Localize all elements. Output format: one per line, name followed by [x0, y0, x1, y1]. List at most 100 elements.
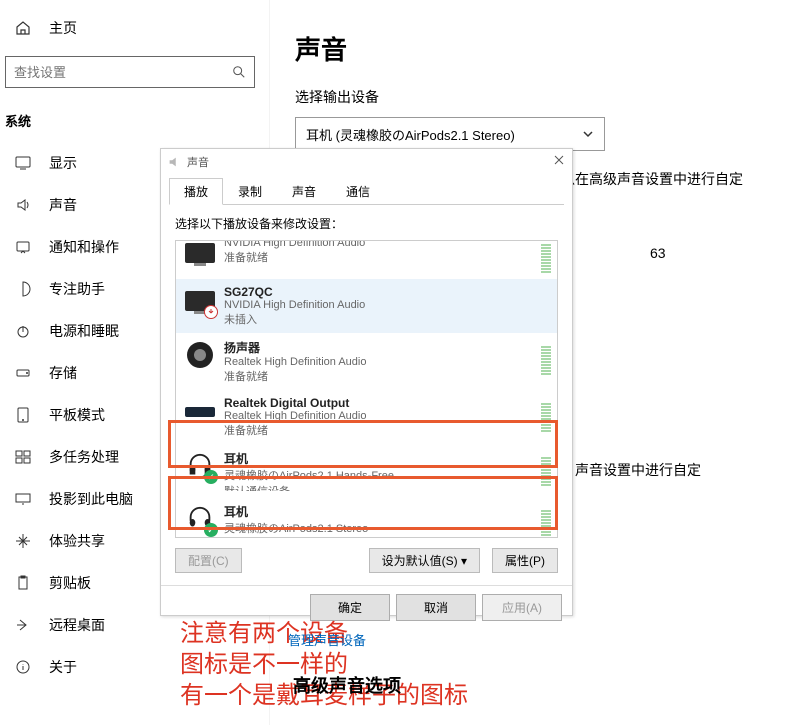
device-name: Realtek Digital Output	[224, 396, 549, 410]
nav-label: 通知和操作	[49, 237, 119, 257]
dialog-tabs: 播放 录制 声音 通信	[169, 177, 564, 205]
notify-icon	[15, 239, 31, 255]
close-button[interactable]	[552, 153, 566, 172]
remote-icon	[15, 617, 31, 633]
speaker-icon	[184, 339, 216, 371]
device-row[interactable]: Realtek Digital Output Realtek High Defi…	[176, 390, 557, 444]
device-sub: Realtek High Definition Audio	[224, 410, 549, 422]
nav-label: 剪贴板	[49, 573, 91, 593]
device-status: 准备就绪	[224, 249, 549, 265]
tab-comm[interactable]: 通信	[331, 178, 385, 205]
multitask-icon	[15, 449, 31, 465]
device-name: 耳机	[224, 503, 549, 520]
nav-label: 多任务处理	[49, 447, 119, 467]
select-value: 耳机 (灵魂橡胶のAirPods2.1 Stereo)	[306, 125, 515, 144]
device-status: 默认设备	[224, 536, 549, 538]
bg-link[interactable]: 管理声音设备	[288, 630, 366, 649]
apply-button[interactable]: 应用(A)	[482, 594, 562, 621]
sound-dialog: 声音 播放 录制 声音 通信 选择以下播放设备来修改设置： NVIDIA Hig…	[160, 148, 573, 616]
power-icon	[15, 323, 31, 339]
page-title: 声音	[295, 30, 775, 67]
tablet-icon	[15, 407, 31, 423]
device-list[interactable]: NVIDIA High Definition Audio 准备就绪 SG27QC…	[175, 240, 558, 538]
chevron-down-icon	[582, 128, 594, 140]
headphone-icon: ✓	[184, 503, 216, 535]
device-sub: 灵魂橡胶のAirPods2.1 Stereo	[224, 520, 549, 536]
about-icon	[15, 659, 31, 675]
share-icon	[15, 533, 31, 549]
device-name: 耳机	[224, 450, 549, 467]
monitor-icon	[184, 285, 216, 317]
check-badge: ✓	[204, 523, 218, 537]
nav-label: 平板模式	[49, 405, 105, 425]
nav-label: 存储	[49, 363, 77, 383]
dialog-title: 声音	[187, 154, 209, 170]
output-label: 选择输出设备	[295, 87, 775, 107]
btn-label: 设为默认值(S)	[382, 554, 458, 568]
tab-sounds[interactable]: 声音	[277, 178, 331, 205]
nav-label: 声音	[49, 195, 77, 215]
nav-label: 投影到此电脑	[49, 489, 133, 509]
device-row[interactable]: 扬声器 Realtek High Definition Audio 准备就绪	[176, 333, 557, 390]
focus-icon	[15, 281, 31, 297]
nav-label: 远程桌面	[49, 615, 105, 635]
level-bars	[541, 396, 551, 432]
level-bars	[541, 503, 551, 538]
tab-playback[interactable]: 播放	[169, 178, 223, 205]
bg-desc2: 声音设置中进行自定	[575, 460, 701, 480]
headset-icon: ✓	[184, 450, 216, 482]
check-badge: ✓	[204, 470, 218, 484]
unplugged-badge	[204, 305, 218, 319]
search-icon	[232, 65, 246, 79]
sound-dialog-icon	[167, 155, 181, 169]
nav-label: 显示	[49, 153, 77, 173]
device-status: 准备就绪	[224, 422, 549, 438]
home-nav[interactable]: 主页	[0, 8, 269, 48]
display-icon	[15, 155, 31, 171]
bg-advanced-title: 高级声音选项	[293, 672, 401, 698]
ok-button[interactable]: 确定	[310, 594, 390, 621]
tab-body: 选择以下播放设备来修改设置： NVIDIA High Definition Au…	[161, 205, 572, 581]
device-row-headset-stereo[interactable]: ✓ 耳机 灵魂橡胶のAirPods2.1 Stereo 默认设备	[176, 497, 557, 538]
cancel-button[interactable]: 取消	[396, 594, 476, 621]
device-sub: Realtek High Definition Audio	[224, 356, 549, 368]
close-icon	[552, 153, 566, 167]
volume-value: 63	[650, 245, 666, 261]
instruction-text: 选择以下播放设备来修改设置：	[175, 215, 558, 232]
digital-icon	[184, 396, 216, 428]
project-icon	[15, 491, 31, 507]
device-status: 默认通信设备	[224, 483, 549, 491]
nav-label: 专注助手	[49, 279, 105, 299]
storage-icon	[15, 365, 31, 381]
monitor-icon	[184, 240, 216, 269]
tab-recording[interactable]: 录制	[223, 178, 277, 205]
device-row[interactable]: SG27QC NVIDIA High Definition Audio 未插入	[176, 279, 557, 333]
home-icon	[15, 20, 31, 36]
nav-label: 电源和睡眠	[49, 321, 119, 341]
level-bars	[541, 240, 551, 273]
device-sub: NVIDIA High Definition Audio	[224, 240, 549, 249]
section-header: 系统	[0, 103, 269, 142]
output-device-select[interactable]: 耳机 (灵魂橡胶のAirPods2.1 Stereo)	[295, 117, 605, 151]
dialog-titlebar: 声音	[161, 149, 572, 175]
device-sub: NVIDIA High Definition Audio	[224, 299, 549, 311]
device-sub: 灵魂橡胶のAirPods2.1 Hands-Free	[224, 467, 549, 483]
level-bars	[541, 339, 551, 375]
device-name: SG27QC	[224, 285, 549, 299]
search-input-wrapper[interactable]	[5, 56, 255, 88]
device-status: 准备就绪	[224, 368, 549, 384]
nav-label: 体验共享	[49, 531, 105, 551]
device-row[interactable]: NVIDIA High Definition Audio 准备就绪	[176, 240, 557, 279]
home-label: 主页	[49, 18, 77, 38]
clipboard-icon	[15, 575, 31, 591]
configure-button[interactable]: 配置(C)	[175, 548, 242, 573]
properties-button[interactable]: 属性(P)	[492, 548, 558, 573]
device-status: 未插入	[224, 311, 549, 327]
device-name: 扬声器	[224, 339, 549, 356]
sound-icon	[15, 197, 31, 213]
dialog-action-row: 配置(C) 设为默认值(S) ▾ 属性(P)	[175, 548, 558, 573]
device-row-headset-hf[interactable]: ✓ 耳机 灵魂橡胶のAirPods2.1 Hands-Free 默认通信设备	[176, 444, 557, 497]
search-input[interactable]	[14, 65, 214, 80]
set-default-button[interactable]: 设为默认值(S) ▾	[369, 548, 480, 573]
nav-label: 关于	[49, 657, 77, 677]
